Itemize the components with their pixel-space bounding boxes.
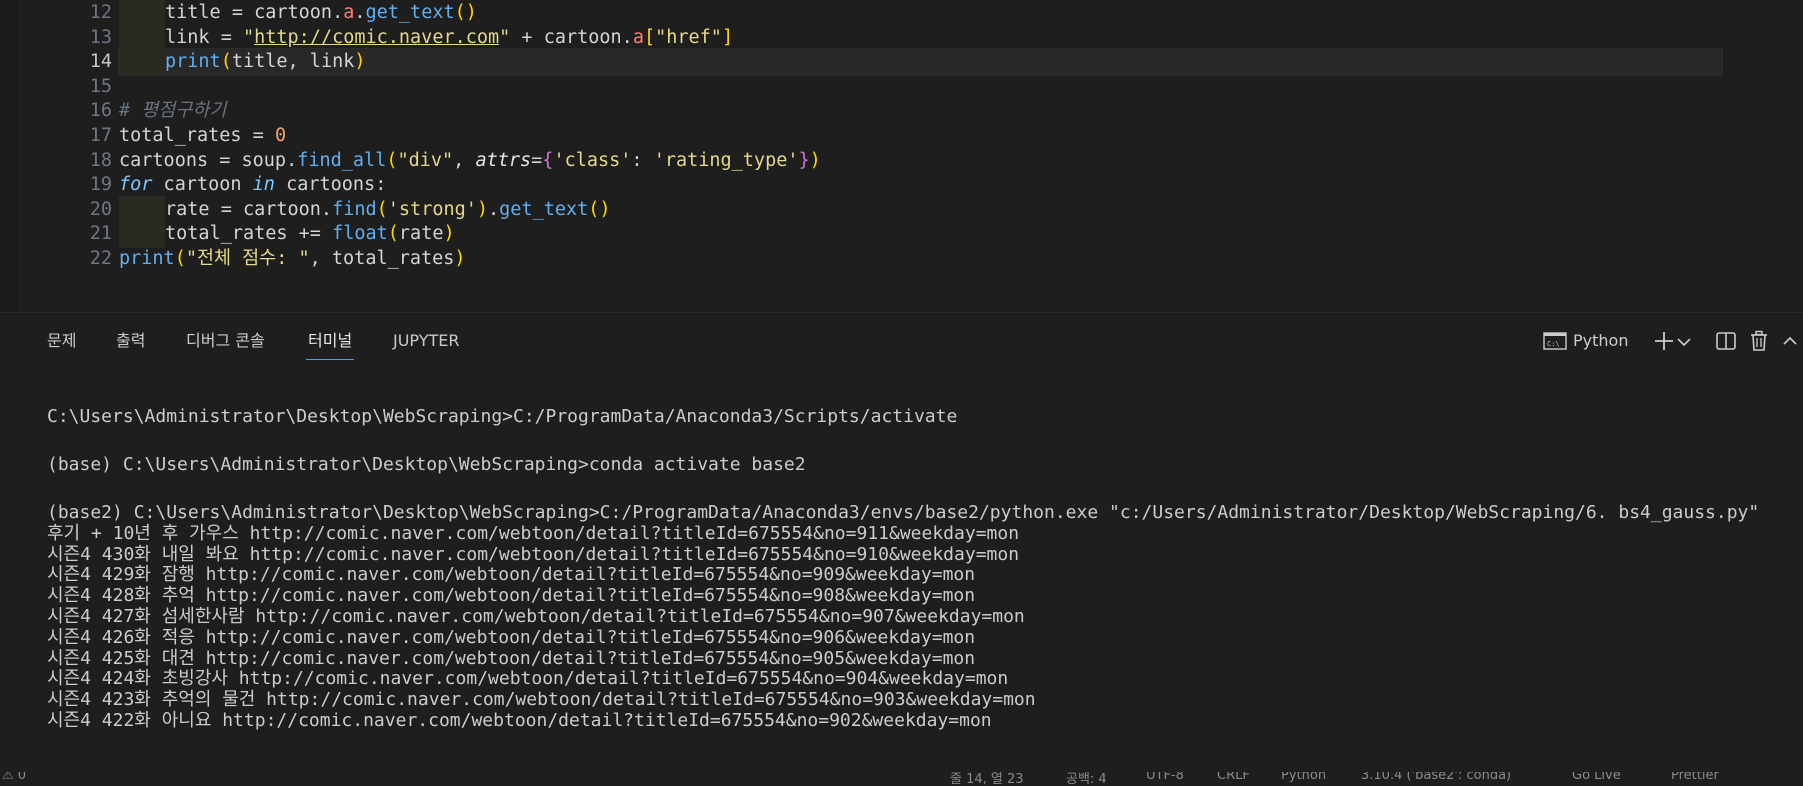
status-item[interactable]: Go Live (1572, 772, 1621, 783)
terminal-icon[interactable]: C:\ (1543, 325, 1569, 357)
split-terminal-icon[interactable] (1715, 325, 1737, 357)
code-token: ) (443, 223, 455, 245)
status-bar: ⚠ 0 줄 14, 열 23 공백: 4 UTF-8 CRLF Python 3.10.4 … (0, 772, 1803, 786)
code-token: ) (809, 149, 821, 171)
code-token: title, link (231, 51, 355, 73)
code-token: . (488, 198, 500, 220)
code-token: total_rates += (165, 223, 333, 245)
code-token: ( (387, 223, 399, 245)
code-token: get_text (499, 198, 589, 220)
status-item[interactable]: CRLF (1217, 772, 1250, 783)
chevron-down-icon[interactable] (1677, 325, 1693, 357)
code-token: , (453, 149, 476, 171)
panel-tabs: 문제 출력 디버그 콘솔 터미널 JUPYTER C:\ Python (0, 313, 1803, 363)
status-item[interactable]: Prettier (1671, 772, 1719, 783)
chevron-up-icon[interactable] (1783, 325, 1801, 357)
plus-icon[interactable] (1653, 325, 1675, 357)
code-token: ) (454, 248, 466, 269)
code-token: rate (398, 223, 444, 245)
terminal-profile-label[interactable]: Python (1573, 325, 1628, 357)
tab-jupyter[interactable]: JUPYTER (393, 326, 460, 356)
code-token: + cartoon. (510, 26, 633, 48)
terminal-line: C:\Users\Administrator\Desktop\WebScrapi… (47, 406, 958, 427)
status-item[interactable]: 줄 14, 열 23 (950, 772, 1024, 786)
code-token: http://comic.naver.com (254, 26, 500, 48)
code-token: ( (376, 198, 388, 220)
bottom-panel: 문제 출력 디버그 콘솔 터미널 JUPYTER C:\ Python C:\U… (0, 312, 1803, 773)
tab-debug-console[interactable]: 디버그 콘솔 (186, 326, 265, 356)
code-token: , total_rates (309, 248, 455, 269)
code-token: = (531, 149, 543, 171)
code-token: find (332, 198, 377, 220)
code-token: " (242, 26, 255, 48)
code-token: "href" (655, 26, 722, 48)
code-token: () (454, 2, 477, 23)
code-token: cartoons: (274, 174, 387, 196)
code-editor[interactable]: 12 title = cartoon.a.get_text() 13 link = "… (0, 0, 1803, 312)
code-token: total_rates = (119, 125, 275, 146)
code-token: get_text (365, 2, 455, 23)
code-token: ( (220, 51, 232, 73)
code-token: link = (165, 26, 243, 48)
code-token: ] (721, 26, 734, 48)
panel-toolbar: C:\ Python (1543, 325, 1803, 357)
code-token: ) (354, 51, 366, 73)
code-token: find_all (297, 149, 387, 171)
code-token: attrs (475, 149, 532, 171)
code-token: rate = cartoon. (165, 198, 333, 220)
svg-text:C:\: C:\ (1547, 340, 1560, 348)
tab-output[interactable]: 출력 (116, 326, 145, 356)
code-token: for (119, 174, 153, 196)
terminal-line: (base) C:\Users\Administrator\Desktop\We… (47, 454, 806, 475)
code-token: } (798, 149, 810, 171)
terminal-output[interactable]: C:\Users\Administrator\Desktop\WebScrapi… (0, 363, 1803, 773)
code-token: " (499, 26, 511, 48)
tab-problems[interactable]: 문제 (47, 326, 76, 356)
status-item[interactable]: 3.10.4 ('base2': conda) (1361, 772, 1511, 783)
code-token: "div" (397, 149, 454, 171)
code-token: a (343, 2, 355, 23)
code-token: ( (386, 149, 398, 171)
code-token: . (354, 2, 366, 23)
code-token: [ (643, 26, 656, 48)
code-token: a (632, 26, 644, 48)
status-item[interactable]: ⚠ 0 (2, 772, 26, 783)
code-token: # 평점구하기 (119, 100, 227, 122)
code-token: float (332, 223, 388, 245)
code-token: 'strong' (387, 198, 477, 220)
line-number: 22 (89, 248, 112, 269)
code-token: : (631, 149, 654, 171)
code-token: print (165, 51, 221, 73)
status-item[interactable]: Python (1281, 772, 1326, 783)
code-token: print (119, 248, 175, 269)
code-token: in (252, 174, 275, 196)
status-item[interactable]: 공백: 4 (1066, 772, 1107, 786)
code-token: "전체 점수: " (185, 248, 310, 269)
code-token: 'rating_type' (653, 149, 799, 171)
code-token: ( (174, 248, 186, 269)
code-token: title = cartoon. (165, 2, 344, 23)
terminal-line: 시즌4 422화 아니요 http://comic.naver.com/webt… (47, 710, 992, 731)
code-token: ) (476, 198, 489, 220)
tab-terminal[interactable]: 터미널 (305, 326, 355, 360)
code-token: 0 (274, 125, 287, 146)
code-token: () (588, 198, 611, 220)
code-token: 'class' (553, 149, 632, 171)
status-item[interactable]: UTF-8 (1146, 772, 1184, 783)
code-text: print("전체 점수: ", total_rates) (119, 245, 466, 273)
code-token: cartoon (152, 174, 253, 196)
code-line[interactable]: 22 print("전체 점수: ", total_rates) (0, 245, 1803, 273)
trash-icon[interactable] (1749, 325, 1769, 357)
code-token: { (542, 149, 554, 171)
code-token: cartoons = soup. (119, 149, 298, 171)
